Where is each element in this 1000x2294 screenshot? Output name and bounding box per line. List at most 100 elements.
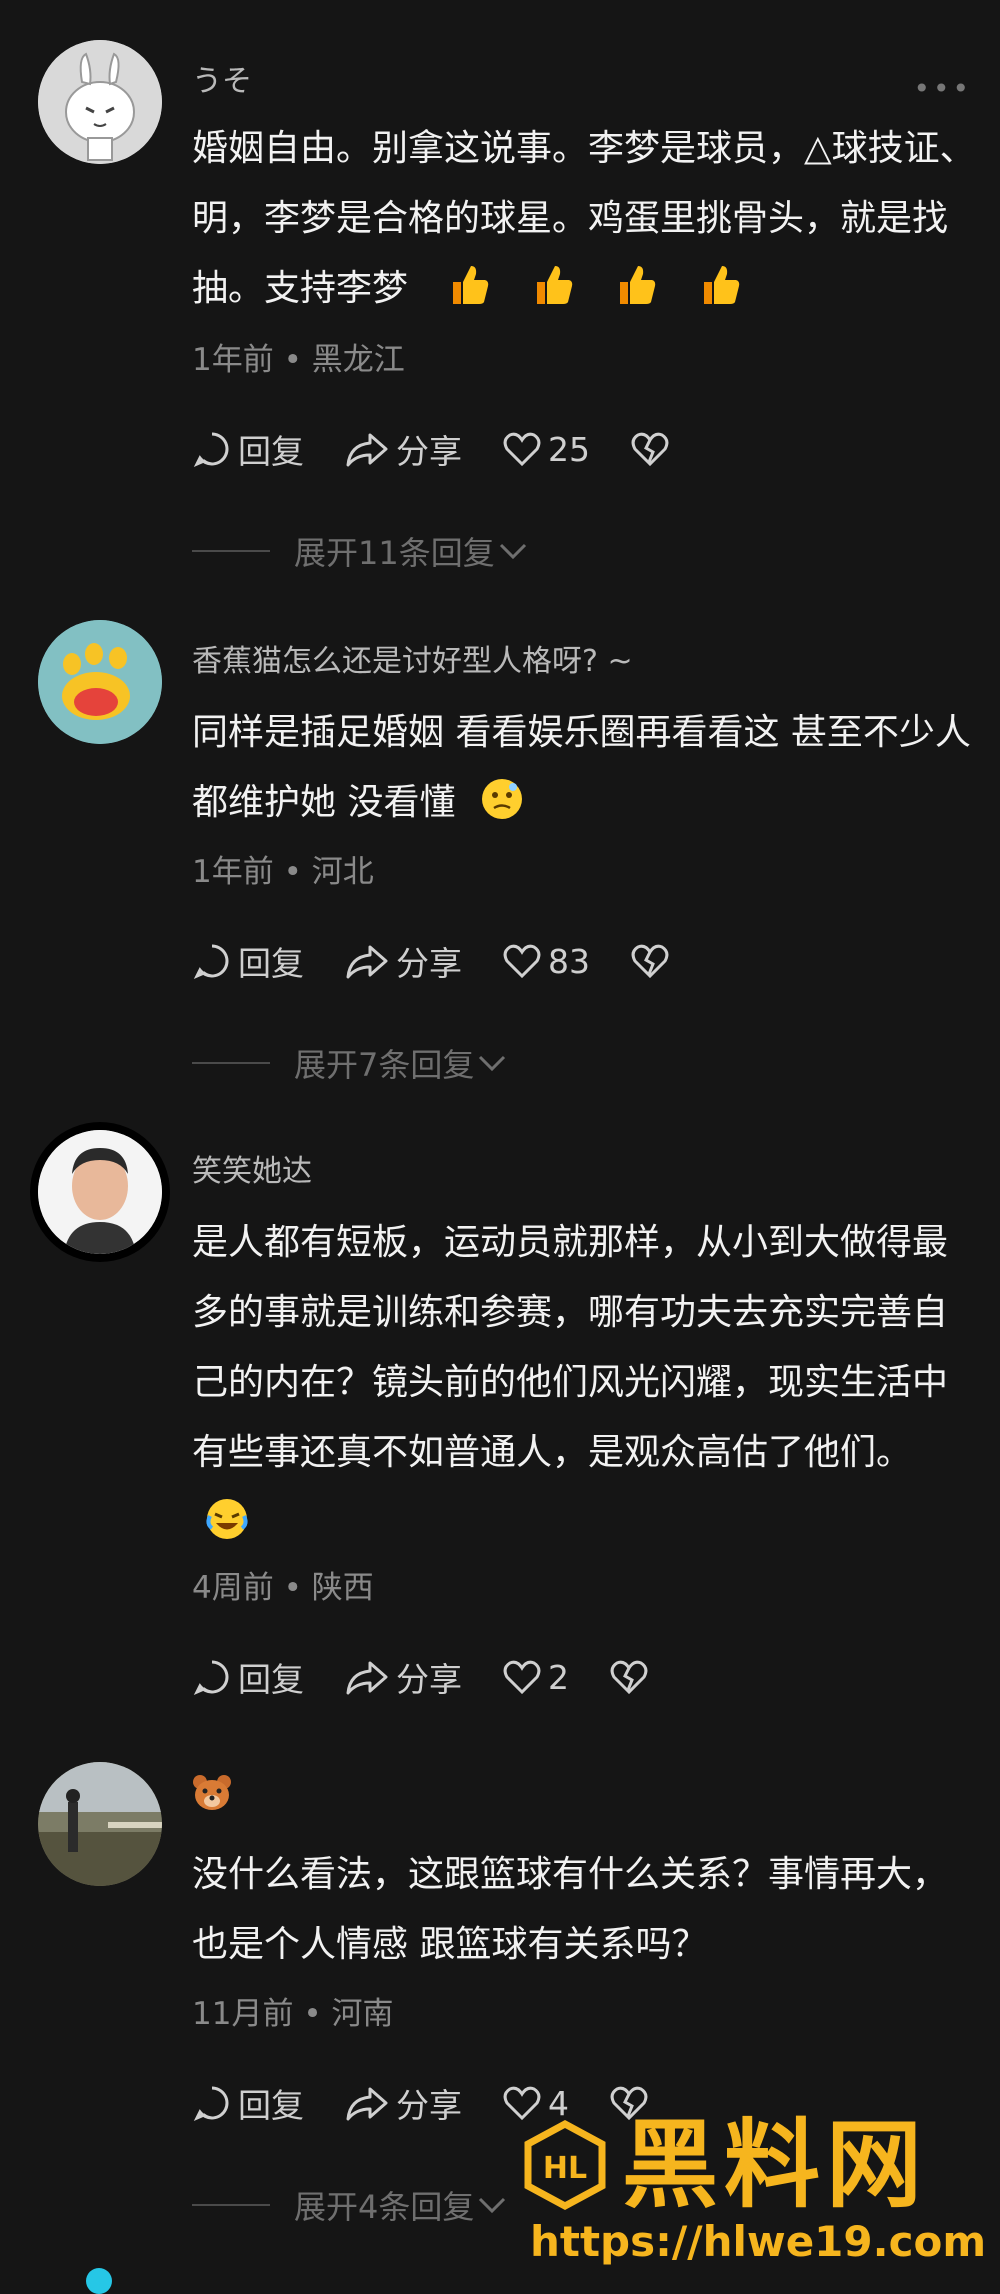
avatar[interactable] — [38, 1762, 162, 1886]
reply-label: 回复 — [238, 432, 304, 471]
bear-emoji-icon — [193, 1775, 231, 1810]
reply-icon — [193, 2086, 229, 2121]
divider-line — [192, 1062, 270, 1064]
username[interactable]: 香蕉猫怎么还是讨好型人格呀? ~ — [192, 636, 633, 680]
comment-text: 同样是插足婚姻 看看娱乐圈再看看这 甚至不少人都维护她 没看懂 — [192, 698, 976, 838]
username[interactable] — [192, 1774, 232, 1820]
comment-time: 11月前 — [192, 1996, 294, 2032]
reply-icon — [193, 1660, 229, 1695]
share-label: 分享 — [396, 1660, 462, 1699]
expand-label: 展开4条回复 — [294, 2188, 475, 2226]
comment-actions: 回复 分享 83 — [192, 936, 716, 986]
comment-time: 4周前 — [192, 1570, 274, 1606]
expand-replies-button[interactable]: 展开4条回复 — [192, 2182, 510, 2228]
avatar[interactable] — [38, 40, 162, 164]
reply-icon — [193, 944, 229, 979]
thumbs-up-emoji-icon — [453, 266, 489, 304]
watermark-logo-icon: HL — [524, 2120, 606, 2210]
share-button[interactable]: 分享 — [344, 2079, 462, 2127]
username[interactable]: 笑笑她达 — [192, 1146, 312, 1190]
comment-meta: 1年前 • 河北 — [192, 846, 374, 891]
like-button[interactable]: 83 — [502, 942, 590, 981]
comment-location: 黑龙江 — [311, 342, 405, 378]
reply-icon — [193, 432, 229, 467]
comment-actions: 回复 分享 25 — [192, 424, 716, 474]
share-label: 分享 — [396, 944, 462, 983]
share-icon — [346, 1661, 388, 1695]
dislike-button[interactable] — [609, 1658, 655, 1696]
chevron-down-icon — [499, 543, 526, 560]
comment-meta: 11月前 • 河南 — [192, 1988, 393, 2033]
comment-meta: 4周前 • 陕西 — [192, 1562, 374, 1607]
watermark-title: 黑料网 — [622, 2109, 928, 2221]
meta-separator: • — [303, 1996, 322, 2032]
username[interactable]: うそ — [192, 56, 252, 100]
share-icon — [346, 945, 388, 979]
watermark-logo-text: HL — [543, 2151, 587, 2186]
chevron-down-icon — [479, 2197, 506, 2214]
confused-face-emoji-icon — [481, 779, 522, 819]
meta-separator: • — [283, 854, 302, 890]
avatar[interactable] — [38, 1130, 162, 1254]
reply-label: 回复 — [238, 944, 304, 983]
comment-actions: 回复 分享 2 — [192, 1652, 695, 1702]
expand-replies-button[interactable]: 展开11条回复 — [192, 528, 531, 574]
reply-label: 回复 — [238, 2086, 304, 2125]
expand-label: 展开7条回复 — [294, 1046, 475, 1084]
dislike-button[interactable] — [630, 430, 676, 468]
reply-button[interactable]: 回复 — [192, 1653, 304, 1701]
reply-button[interactable]: 回复 — [192, 425, 304, 473]
heart-icon — [503, 944, 541, 979]
dislike-button[interactable] — [630, 942, 676, 980]
heart-icon — [503, 432, 541, 467]
comment-location: 河南 — [331, 1996, 394, 2032]
broken-heart-icon — [631, 432, 669, 467]
like-button[interactable]: 2 — [502, 1658, 569, 1697]
divider-line — [192, 2204, 270, 2206]
comment-text-content: 婚姻自由。别拿这说事。李梦是球员，△球技证、明，李梦是合格的球星。鸡蛋里挑骨头，… — [192, 128, 976, 309]
share-icon — [346, 2087, 388, 2121]
comment-location: 河北 — [311, 854, 374, 890]
like-count: 2 — [548, 1657, 569, 1697]
reply-button[interactable]: 回复 — [192, 2079, 304, 2127]
divider-line — [192, 550, 270, 552]
like-count: 25 — [548, 429, 590, 469]
comment-location: 陕西 — [311, 1570, 374, 1606]
like-button[interactable]: 25 — [502, 430, 590, 469]
share-button[interactable]: 分享 — [344, 1653, 462, 1701]
comment-text-content: 没什么看法，这跟篮球有什么关系？事情再大，也是个人情感 跟篮球有关系吗？ — [192, 1854, 949, 1965]
thumbs-up-emoji-icon — [703, 266, 740, 304]
heart-icon — [503, 1660, 541, 1695]
partial-avatar — [86, 2268, 112, 2294]
thumbs-up-emoji-icon — [620, 266, 656, 304]
avatar[interactable] — [38, 620, 162, 744]
broken-heart-icon — [631, 944, 669, 979]
comment-text-content: 同样是插足婚姻 看看娱乐圈再看看这 甚至不少人都维护她 没看懂 — [192, 712, 971, 823]
expand-replies-button[interactable]: 展开7条回复 — [192, 1040, 510, 1086]
watermark: HL 黑料网 https://hlwe19.com — [520, 2115, 990, 2280]
share-label: 分享 — [396, 432, 462, 471]
comment-text-content: 是人都有短板，运动员就那样，从小到大做得最多的事就是训练和参赛，哪有功夫去充实完… — [192, 1222, 949, 1473]
watermark-url: https://hlwe19.com — [530, 2217, 987, 2266]
comment-text: 没什么看法，这跟篮球有什么关系？事情再大，也是个人情感 跟篮球有关系吗？ — [192, 1840, 976, 1980]
comment-time: 1年前 — [192, 854, 274, 890]
more-options-icon[interactable]: ••• — [913, 72, 972, 105]
comment-time: 1年前 — [192, 342, 274, 378]
reply-button[interactable]: 回复 — [192, 937, 304, 985]
thumbs-up-emoji-icon — [536, 266, 573, 304]
broken-heart-icon — [610, 1660, 648, 1695]
meta-separator: • — [283, 342, 302, 378]
expand-label: 展开11条回复 — [294, 534, 495, 572]
meta-separator: • — [283, 1570, 302, 1606]
share-button[interactable]: 分享 — [344, 425, 462, 473]
crying-laughing-emoji-icon — [206, 1499, 248, 1539]
comment-text: 是人都有短板，运动员就那样，从小到大做得最多的事就是训练和参赛，哪有功夫去充实完… — [192, 1208, 976, 1558]
share-button[interactable]: 分享 — [344, 937, 462, 985]
reply-label: 回复 — [238, 1660, 304, 1699]
comment-meta: 1年前 • 黑龙江 — [192, 334, 405, 379]
like-count: 83 — [548, 941, 590, 981]
share-icon — [346, 433, 388, 467]
share-label: 分享 — [396, 2086, 462, 2125]
comment-text: 婚姻自由。别拿这说事。李梦是球员，△球技证、明，李梦是合格的球星。鸡蛋里挑骨头，… — [192, 114, 976, 324]
chevron-down-icon — [479, 1055, 506, 1072]
